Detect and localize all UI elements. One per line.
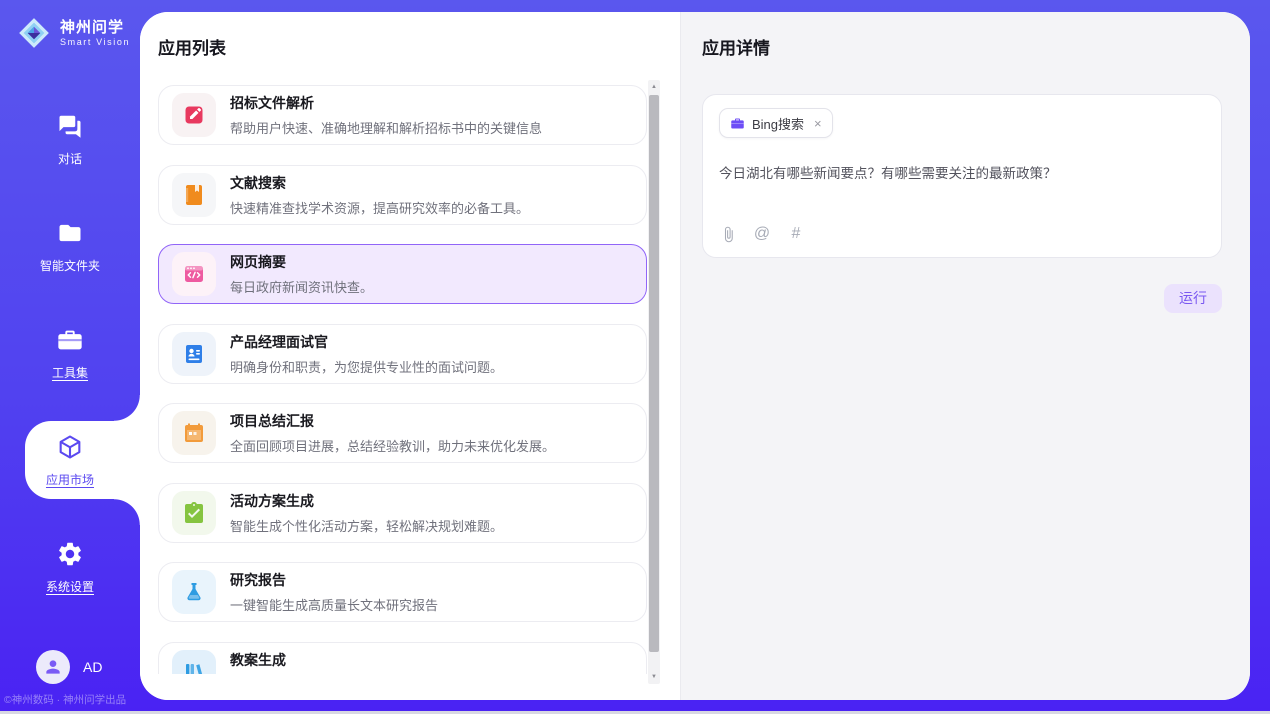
scrollbar[interactable]: ▲ ▼	[648, 80, 660, 684]
app-card-text: 项目总结汇报全面回顾项目进展，总结经验教训，助力未来优化发展。	[230, 411, 555, 455]
copyright-text: ©神州数码 · 神州问学出品	[4, 692, 126, 707]
app-card-description: 每日政府新闻资讯快查。	[230, 277, 373, 296]
sidebar-item-label: 系统设置	[46, 578, 94, 595]
app-card[interactable]: 项目总结汇报全面回顾项目进展，总结经验教训，助力未来优化发展。	[158, 403, 647, 463]
app-card[interactable]: 活动方案生成智能生成个性化活动方案，轻松解决规划难题。	[158, 483, 647, 543]
flask-icon	[172, 570, 216, 614]
browser-code-icon	[172, 252, 216, 296]
sidebar-item-label: 智能文件夹	[40, 257, 100, 274]
app-card-text: 教案生成模板驱动，教案秒成，教学准备从此轻松快捷	[230, 650, 490, 675]
sidebar: 神州问学 Smart Vision 对话智能文件夹工具集应用市场系统设置 AD …	[0, 0, 140, 714]
prompt-input[interactable]: 今日湖北有哪些新闻要点？有哪些需要关注的最新政策？	[719, 165, 1205, 183]
app-list-panel: 应用列表 招标文件解析帮助用户快速、准确地理解和解析招标书中的关键信息文献搜索快…	[140, 12, 680, 700]
folder-icon	[55, 218, 85, 248]
app-card-text: 活动方案生成智能生成个性化活动方案，轻松解决规划难题。	[230, 491, 503, 535]
app-card-title: 文献搜索	[230, 173, 529, 193]
app-card-description: 快速精准查找学术资源，提高研究效率的必备工具。	[230, 198, 529, 217]
app-card-title: 产品经理面试官	[230, 332, 503, 352]
app-card-title: 招标文件解析	[230, 93, 542, 113]
brand: 神州问学 Smart Vision	[0, 0, 140, 51]
app-card[interactable]: 研究报告一键智能生成高质量长文本研究报告	[158, 562, 647, 622]
app-card-title: 教案生成	[230, 650, 490, 670]
input-toolbar: @#	[719, 225, 1205, 243]
user-chip[interactable]: AD	[36, 650, 102, 684]
run-button[interactable]: 运行	[1164, 284, 1222, 313]
tag-close-icon[interactable]: ×	[814, 117, 822, 130]
sidebar-item-label: 应用市场	[46, 471, 94, 488]
app-card-text: 文献搜索快速精准查找学术资源，提高研究效率的必备工具。	[230, 173, 529, 217]
user-name: AD	[83, 659, 102, 675]
app-card[interactable]: 网页摘要每日政府新闻资讯快查。	[158, 244, 647, 304]
tool-tag-label: Bing搜索	[752, 114, 804, 133]
hash-icon[interactable]: #	[787, 225, 805, 243]
pen-square-icon	[172, 93, 216, 137]
main-content: 应用列表 招标文件解析帮助用户快速、准确地理解和解析招标书中的关键信息文献搜索快…	[140, 12, 1250, 700]
app-card-title: 项目总结汇报	[230, 411, 555, 431]
toolbox-icon	[55, 325, 85, 355]
app-list-title: 应用列表	[158, 38, 648, 60]
app-card-description: 帮助用户快速、准确地理解和解析招标书中的关键信息	[230, 118, 542, 137]
sidebar-item-label: 对话	[58, 150, 82, 167]
chat-icon	[55, 111, 85, 141]
sidebar-item-label: 工具集	[52, 364, 88, 381]
app-detail-panel: 应用详情 Bing搜索 × 今日湖北有哪些新闻要点？有哪些需要关注的最新政策？ …	[680, 12, 1250, 700]
app-card[interactable]: 教案生成模板驱动，教案秒成，教学准备从此轻松快捷	[158, 642, 647, 675]
app-card-title: 网页摘要	[230, 252, 373, 272]
sidebar-item-smart-folder[interactable]: 智能文件夹	[0, 207, 140, 285]
app-card-text: 产品经理面试官明确身份和职责，为您提供专业性的面试问题。	[230, 332, 503, 376]
brand-name: 神州问学	[60, 19, 130, 37]
user-avatar-icon	[36, 650, 70, 684]
app-card[interactable]: 文献搜索快速精准查找学术资源，提高研究效率的必备工具。	[158, 165, 647, 225]
sidebar-item-toolset[interactable]: 工具集	[0, 314, 140, 392]
scroll-up-arrow-icon[interactable]: ▲	[648, 81, 660, 93]
app-card-description: 全面回顾项目进展，总结经验教训，助力未来优化发展。	[230, 436, 555, 455]
prompt-card: Bing搜索 × 今日湖北有哪些新闻要点？有哪些需要关注的最新政策？ @#	[702, 94, 1222, 258]
app-card[interactable]: 产品经理面试官明确身份和职责，为您提供专业性的面试问题。	[158, 324, 647, 384]
tool-tag-bing-search[interactable]: Bing搜索 ×	[719, 108, 833, 138]
app-card[interactable]: 招标文件解析帮助用户快速、准确地理解和解析招标书中的关键信息	[158, 85, 647, 145]
sidebar-item-app-market[interactable]: 应用市场	[0, 421, 140, 499]
brand-subtitle: Smart Vision	[60, 37, 130, 47]
app-card-description: 明确身份和职责，为您提供专业性的面试问题。	[230, 357, 503, 376]
app-card-description: 一键智能生成高质量长文本研究报告	[230, 595, 438, 614]
app-list: 招标文件解析帮助用户快速、准确地理解和解析招标书中的关键信息文献搜索快速精准查找…	[158, 85, 647, 674]
app-card-text: 招标文件解析帮助用户快速、准确地理解和解析招标书中的关键信息	[230, 93, 542, 137]
brand-text: 神州问学 Smart Vision	[60, 19, 130, 47]
sidebar-item-chat[interactable]: 对话	[0, 100, 140, 178]
attachment-icon[interactable]	[719, 225, 737, 243]
brand-logo-icon	[16, 15, 52, 51]
app-card-text: 研究报告一键智能生成高质量长文本研究报告	[230, 570, 438, 614]
sidebar-nav: 对话智能文件夹工具集应用市场系统设置	[0, 100, 140, 635]
app-detail-title: 应用详情	[702, 38, 1222, 60]
app-card-text: 网页摘要每日政府新闻资讯快查。	[230, 252, 373, 296]
cube-icon	[55, 432, 85, 462]
resume-icon	[172, 332, 216, 376]
scroll-down-arrow-icon[interactable]: ▼	[648, 671, 660, 683]
briefcase-icon	[730, 116, 745, 131]
app-card-title: 研究报告	[230, 570, 438, 590]
books-icon	[172, 650, 216, 675]
sidebar-item-settings[interactable]: 系统设置	[0, 528, 140, 606]
calendar-icon	[172, 411, 216, 455]
scrollbar-thumb[interactable]	[649, 95, 659, 652]
book-icon	[172, 173, 216, 217]
clipboard-check-icon	[172, 491, 216, 535]
mention-icon[interactable]: @	[753, 225, 771, 243]
app-card-title: 活动方案生成	[230, 491, 503, 511]
app-card-description: 智能生成个性化活动方案，轻松解决规划难题。	[230, 516, 503, 535]
gear-icon	[55, 539, 85, 569]
